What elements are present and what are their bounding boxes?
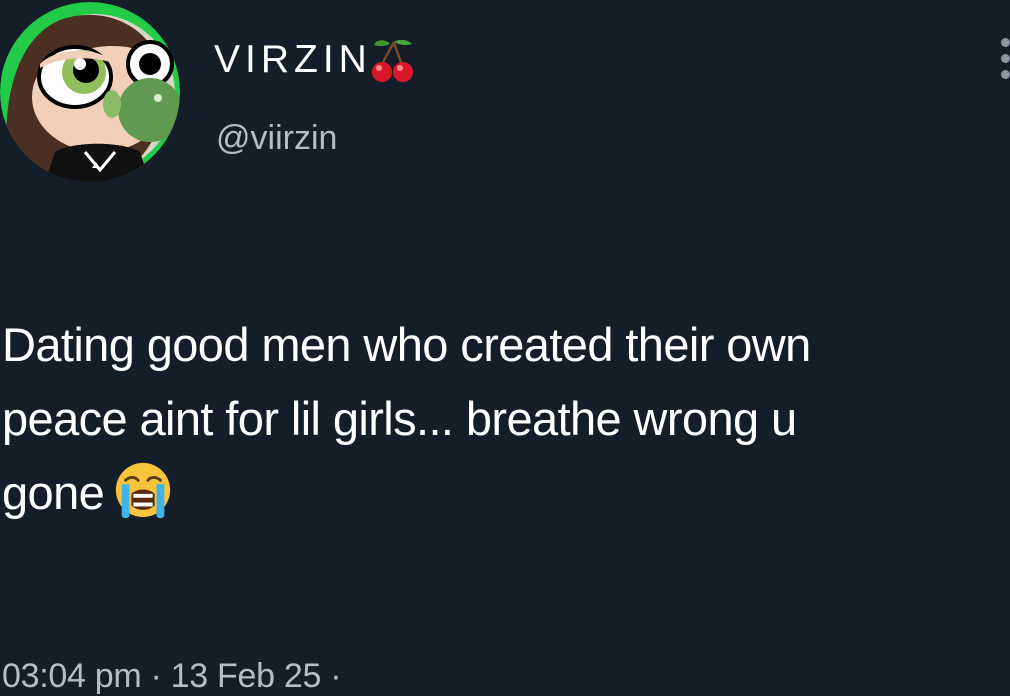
profile-avatar[interactable]	[0, 2, 180, 182]
tweet-text: Dating good men who created their own pe…	[2, 308, 1010, 530]
powerpuff-girl-avatar-icon	[0, 2, 180, 182]
display-name-row[interactable]: VIRZIN	[214, 36, 414, 84]
tweet-timestamp[interactable]: 03:04 pm · 13 Feb 25 ·	[2, 656, 342, 696]
tweet-line: peace aint for lil girls... breathe wron…	[2, 392, 797, 445]
more-options-icon[interactable]	[994, 36, 1010, 82]
loudly-crying-face-icon	[116, 462, 171, 519]
tweet-line: Dating good men who created their own	[2, 318, 811, 371]
cherries-icon	[371, 39, 413, 82]
tweet-line-text: gone	[2, 466, 105, 519]
user-handle[interactable]: @viirzin	[216, 118, 337, 158]
display-name: VIRZIN	[214, 38, 372, 81]
tweet-last-line: gone	[2, 456, 1010, 530]
